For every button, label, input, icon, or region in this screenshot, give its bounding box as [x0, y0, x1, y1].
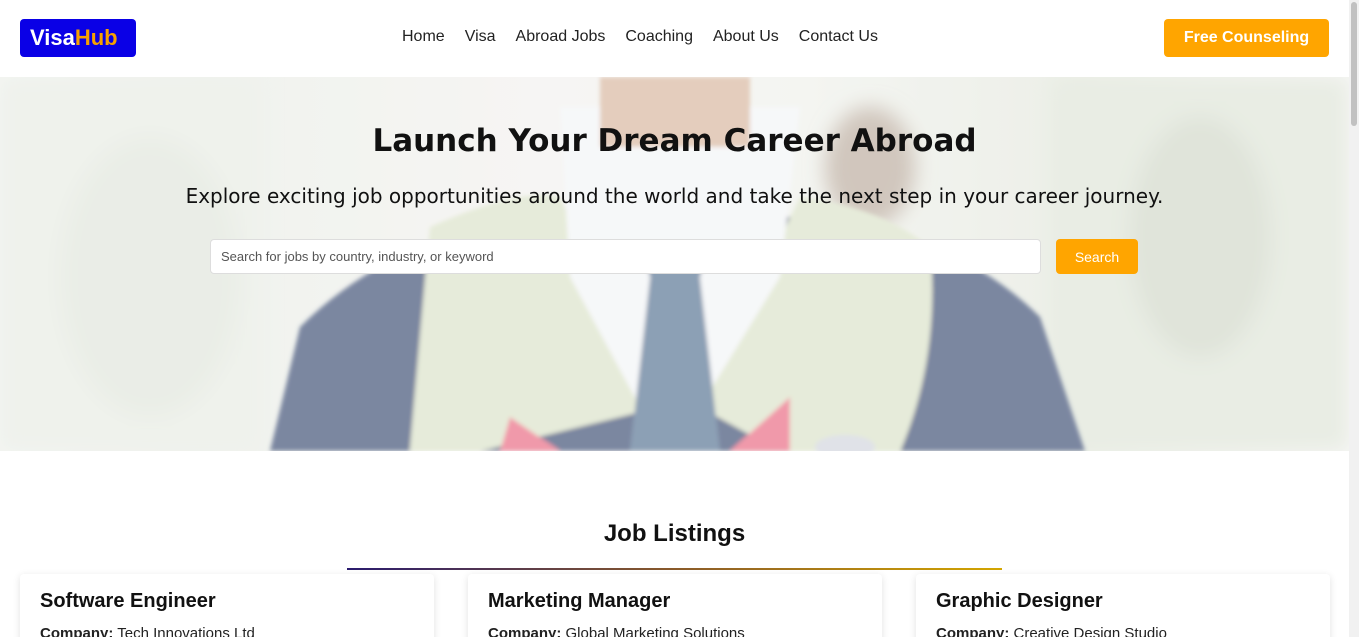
job-card[interactable]: Graphic Designer Company: Creative Desig…: [916, 574, 1330, 637]
section-divider: [347, 568, 1002, 570]
job-company: Company: Creative Design Studio: [936, 625, 1310, 637]
hero-section: Launch Your Dream Career Abroad Explore …: [0, 77, 1349, 451]
company-label: Company:: [488, 625, 562, 637]
job-listings-title: Job Listings: [603, 520, 746, 547]
job-search-input[interactable]: [210, 239, 1041, 274]
job-title: Software Engineer: [40, 590, 216, 612]
logo[interactable]: Visa Hub: [20, 19, 136, 57]
free-counseling-button[interactable]: Free Counseling: [1164, 19, 1329, 57]
hero-subtitle: Explore exciting job opportunities aroun…: [185, 184, 1164, 208]
logo-text-visa: Visa: [30, 25, 75, 50]
job-title: Marketing Manager: [488, 590, 671, 612]
scrollbar-thumb[interactable]: [1351, 2, 1357, 126]
nav-coaching[interactable]: Coaching: [615, 26, 703, 48]
logo-text-hub: Hub: [74, 25, 118, 50]
nav-visa[interactable]: Visa: [455, 26, 506, 48]
company-label: Company:: [40, 625, 114, 637]
job-title: Graphic Designer: [936, 590, 1103, 612]
job-company: Company: Tech Innovations Ltd: [40, 625, 414, 637]
company-name: Creative Design Studio: [1013, 625, 1167, 637]
company-name: Global Marketing Solutions: [565, 625, 745, 637]
site-header: Visa Hub Home Visa Abroad Jobs Coaching A…: [0, 0, 1349, 77]
company-name: Tech Innovations Ltd: [117, 625, 255, 637]
main-nav: Home Visa Abroad Jobs Coaching About Us …: [392, 26, 888, 48]
nav-home[interactable]: Home: [392, 26, 455, 48]
nav-about-us[interactable]: About Us: [703, 26, 789, 48]
search-button[interactable]: Search: [1056, 239, 1138, 274]
job-company: Company: Global Marketing Solutions: [488, 625, 862, 637]
company-label: Company:: [936, 625, 1010, 637]
job-card[interactable]: Software Engineer Company: Tech Innovati…: [20, 574, 434, 637]
nav-abroad-jobs[interactable]: Abroad Jobs: [506, 26, 616, 48]
hero-title: Launch Your Dream Career Abroad: [372, 123, 977, 159]
job-card[interactable]: Marketing Manager Company: Global Market…: [468, 574, 882, 637]
nav-contact-us[interactable]: Contact Us: [789, 26, 888, 48]
